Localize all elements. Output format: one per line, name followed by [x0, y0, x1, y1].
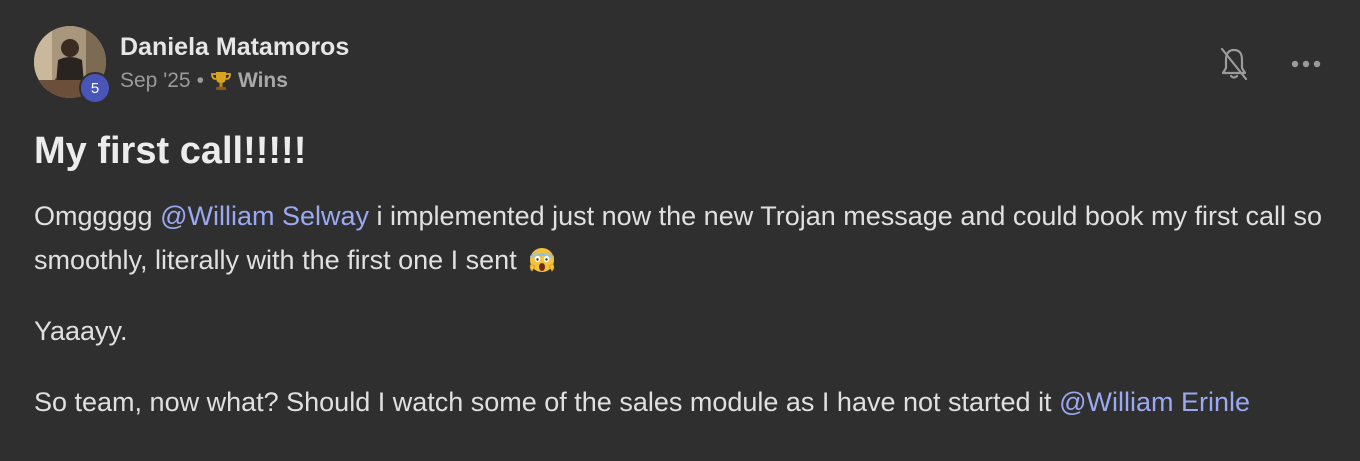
mention-link[interactable]: @William Erinle — [1059, 387, 1250, 417]
mute-notifications-button[interactable] — [1214, 44, 1254, 84]
author-avatar-wrapper[interactable]: 5 — [34, 26, 111, 104]
post-card: 5 Daniela Matamoros Sep '25 • Wins My fi… — [0, 0, 1360, 461]
post-date[interactable]: Sep '25 — [120, 68, 191, 94]
post-paragraph: So team, now what? Should I watch some o… — [34, 380, 1326, 424]
post-title: My first call!!!!! — [34, 130, 307, 172]
screaming-face-emoji-icon — [528, 243, 556, 272]
author-meta: Daniela Matamoros Sep '25 • Wins — [120, 26, 349, 94]
trophy-icon — [210, 70, 232, 92]
paragraph-text: Omggggg — [34, 201, 161, 231]
meta-separator: • — [196, 69, 204, 92]
post-header: 5 Daniela Matamoros Sep '25 • Wins — [34, 26, 1326, 106]
post-paragraph: Yaaayy. — [34, 316, 128, 346]
post-paragraph: Omggggg @William Selway i implemented ju… — [34, 194, 1326, 282]
post-category[interactable]: Wins — [238, 68, 288, 94]
post-actions — [1214, 44, 1326, 84]
more-options-button[interactable] — [1286, 44, 1326, 84]
mention-link[interactable]: @William Selway — [160, 201, 369, 231]
level-badge: 5 — [79, 72, 111, 104]
bell-off-icon — [1220, 47, 1248, 81]
author-name[interactable]: Daniela Matamoros — [120, 32, 349, 62]
post-meta: Sep '25 • Wins — [120, 68, 349, 94]
post-body: Omggggg @William Selway i implemented ju… — [34, 194, 1326, 424]
more-horizontal-icon — [1291, 60, 1321, 68]
paragraph-text: So team, now what? Should I watch some o… — [34, 387, 1060, 417]
